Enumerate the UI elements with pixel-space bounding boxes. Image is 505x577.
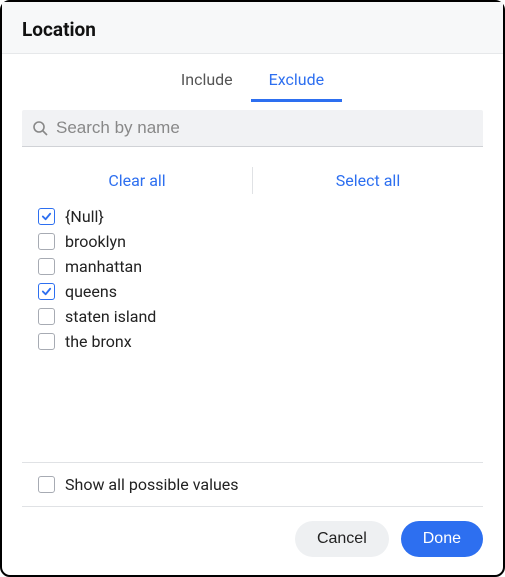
options-list: {Null} brooklyn manhattan queens staten isla… <box>2 204 503 462</box>
dialog-title: Location <box>22 18 483 41</box>
item-label: the bronx <box>65 332 132 351</box>
list-item: {Null} <box>38 204 483 229</box>
select-all-wrap: Select all <box>253 167 483 194</box>
search-container <box>2 102 503 153</box>
show-all-checkbox[interactable] <box>38 476 55 493</box>
list-item: staten island <box>38 304 483 329</box>
search-input[interactable] <box>56 118 473 138</box>
clear-all-wrap: Clear all <box>22 167 252 194</box>
item-label: queens <box>65 282 117 301</box>
item-checkbox[interactable] <box>38 308 55 325</box>
list-item: queens <box>38 279 483 304</box>
item-label: {Null} <box>65 207 104 226</box>
show-all-row: Show all possible values <box>2 463 503 506</box>
dialog-footer: Cancel Done <box>2 507 503 575</box>
tabs: Include Exclude <box>2 54 503 102</box>
bulk-actions: Clear all Select all <box>22 167 483 194</box>
show-all-label: Show all possible values <box>65 475 239 494</box>
list-item: the bronx <box>38 329 483 354</box>
item-label: staten island <box>65 307 156 326</box>
tab-exclude[interactable]: Exclude <box>251 60 342 102</box>
item-label: manhattan <box>65 257 142 276</box>
list-item: brooklyn <box>38 229 483 254</box>
item-checkbox[interactable] <box>38 208 55 225</box>
search-box[interactable] <box>22 110 483 147</box>
list-item: manhattan <box>38 254 483 279</box>
check-icon <box>41 286 52 297</box>
cancel-button[interactable]: Cancel <box>295 521 389 557</box>
item-checkbox[interactable] <box>38 283 55 300</box>
check-icon <box>41 211 52 222</box>
item-checkbox[interactable] <box>38 233 55 250</box>
clear-all-link[interactable]: Clear all <box>108 171 165 190</box>
dialog-header: Location <box>2 2 503 54</box>
search-icon <box>32 120 48 136</box>
item-checkbox[interactable] <box>38 258 55 275</box>
item-label: brooklyn <box>65 232 126 251</box>
done-button[interactable]: Done <box>401 521 483 557</box>
select-all-link[interactable]: Select all <box>336 171 400 190</box>
item-checkbox[interactable] <box>38 333 55 350</box>
tab-include[interactable]: Include <box>163 60 251 102</box>
